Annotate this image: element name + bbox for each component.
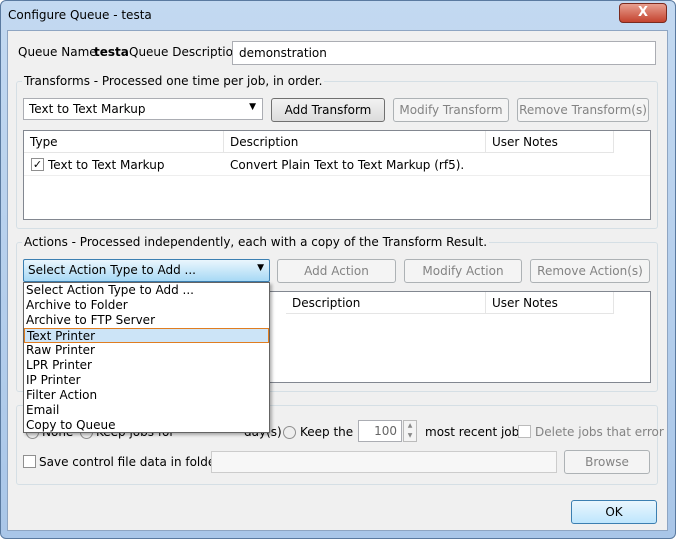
add-action-button[interactable]: Add Action [277,259,396,283]
row-type: Text to Text Markup [48,158,165,172]
remove-transform-button[interactable]: Remove Transform(s) [517,98,649,122]
option-copy-queue[interactable]: Copy to Queue [24,418,269,433]
transform-type-select[interactable]: Text to Text Markup ▼ [23,98,263,120]
option-archive-folder[interactable]: Archive to Folder [24,298,269,313]
queue-description-input[interactable]: demonstration [232,41,656,65]
keep-the-label: Keep the [300,425,354,439]
recent-count-input[interactable]: 100 [358,420,402,442]
option-ip-printer[interactable]: IP Printer [24,373,269,388]
table-row[interactable]: ✓ Text to Text Markup Convert Plain Text… [24,154,650,176]
keep-the-radio[interactable] [283,426,296,439]
row-checkbox[interactable]: ✓ [31,158,44,171]
queue-desc-label: Queue Description [129,45,241,59]
option-filter-action[interactable]: Filter Action [24,388,269,403]
action-type-select[interactable]: Select Action Type to Add ... ▼ [23,259,270,282]
option-lpr-printer[interactable]: LPR Printer [24,358,269,373]
chevron-down-icon: ▼ [249,102,256,112]
save-folder-checkbox[interactable] [23,455,36,468]
save-folder-label: Save control file data in folder: [39,455,225,469]
close-button[interactable]: X [619,3,667,23]
folder-input[interactable] [211,451,557,473]
action-select-value: Select Action Type to Add ... [28,263,196,277]
chevron-down-icon: ▼ [257,263,264,273]
action-type-dropdown[interactable]: Select Action Type to Add ... Archive to… [23,282,270,433]
transforms-table[interactable]: Type Description User Notes ✓ Text to Te… [23,130,651,220]
option-email[interactable]: Email [24,403,269,418]
remove-action-button[interactable]: Remove Action(s) [530,259,650,283]
option-text-printer[interactable]: Text Printer [24,328,269,343]
actions-group-label: Actions - Processed independently, each … [22,235,490,249]
window-title: Configure Queue - testa [8,8,152,22]
option-select[interactable]: Select Action Type to Add ... [24,283,269,298]
modify-transform-button[interactable]: Modify Transform [393,98,509,122]
col-user-notes[interactable]: User Notes [486,131,614,153]
row-description: Convert Plain Text to Text Markup (rf5). [230,158,465,172]
option-archive-ftp[interactable]: Archive to FTP Server [24,313,269,328]
modify-action-button[interactable]: Modify Action [404,259,522,283]
ok-button[interactable]: OK [571,500,657,524]
browse-button[interactable]: Browse [564,450,650,474]
add-transform-button[interactable]: Add Transform [271,98,385,122]
queue-name: testa [94,45,129,59]
col-type[interactable]: Type [24,131,224,153]
recent-label: most recent jobs [425,425,526,439]
col-description[interactable]: Description [224,131,486,153]
count-spinner[interactable]: ▲ ▼ [403,420,417,442]
option-raw-printer[interactable]: Raw Printer [24,343,269,358]
delete-error-label: Delete jobs that error [535,425,664,439]
transform-select-value: Text to Text Markup [29,102,146,116]
queue-name-label: Queue Name [18,45,97,59]
col-description[interactable]: Description [286,292,486,314]
col-user-notes[interactable]: User Notes [486,292,614,314]
transforms-group-label: Transforms - Processed one time per job,… [22,74,325,88]
delete-error-checkbox[interactable] [518,425,531,438]
